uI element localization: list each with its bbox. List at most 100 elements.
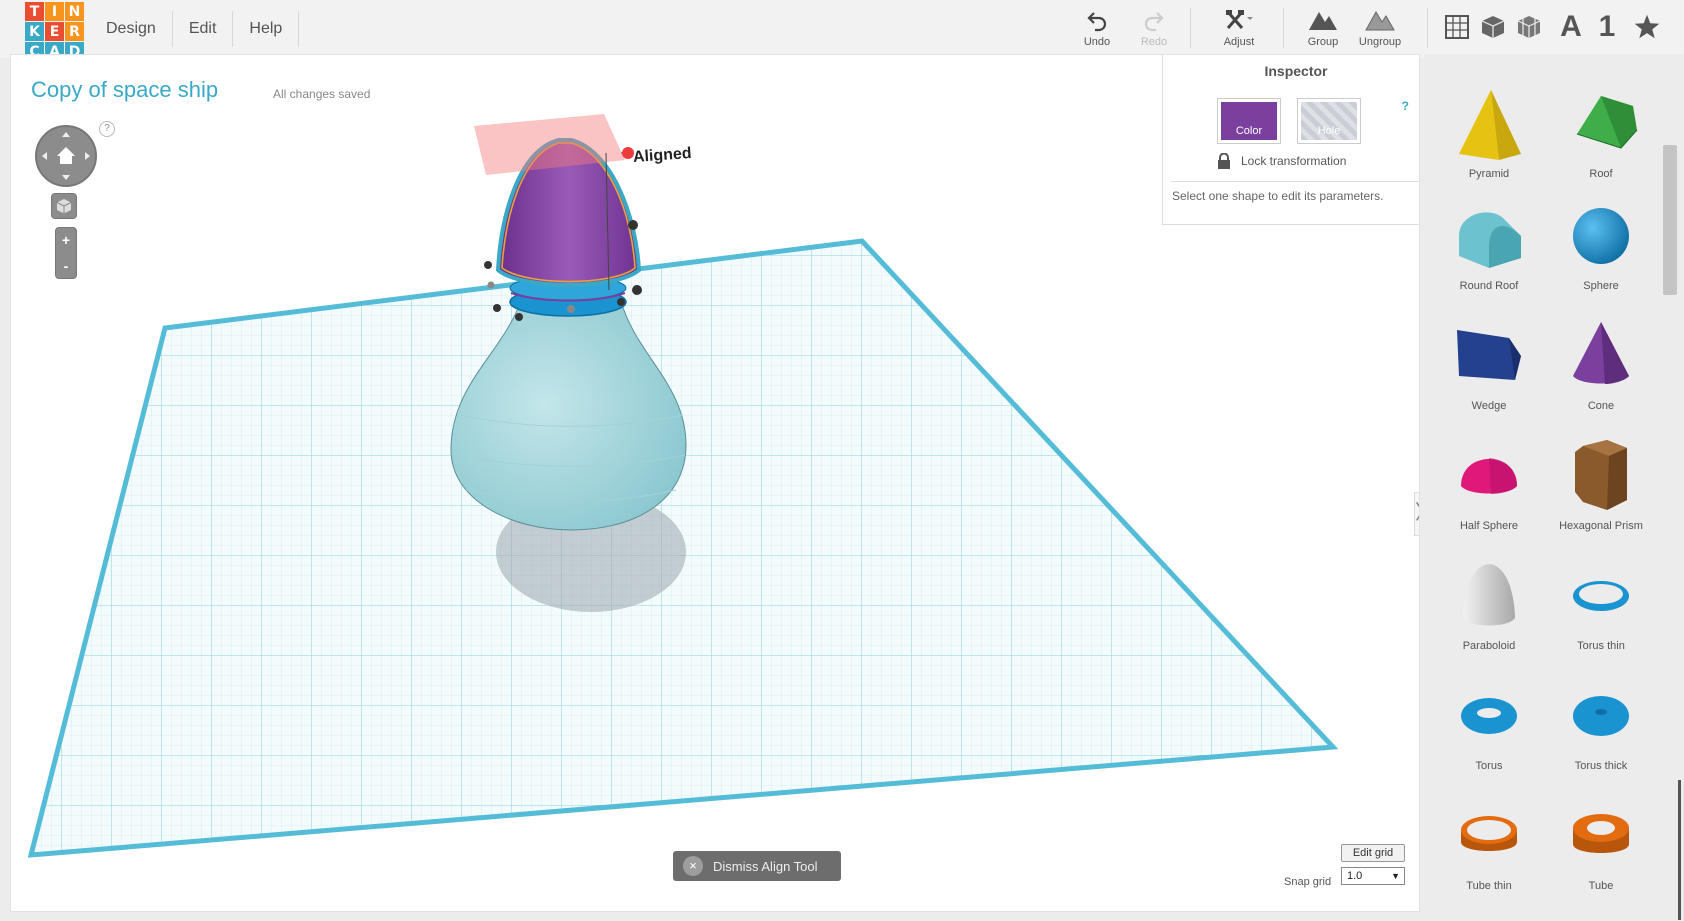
toolbar-divider — [1190, 8, 1191, 48]
toolbar-divider — [1283, 8, 1284, 48]
menu-edit[interactable]: Edit — [173, 11, 234, 47]
shape-paraboloid[interactable]: Paraboloid — [1434, 556, 1544, 668]
logo-letter: K — [25, 22, 44, 41]
shape-name: Half Sphere — [1459, 520, 1519, 532]
shape-name: Round Roof — [1459, 280, 1519, 292]
shape-name: Wedge — [1471, 400, 1507, 412]
inspector-divider — [1171, 181, 1419, 182]
adjust-button[interactable]: Adjust — [1209, 8, 1269, 48]
lock-icon — [1218, 153, 1230, 169]
shape-tube[interactable]: Tube — [1546, 796, 1656, 908]
wireframe-box-icon[interactable] — [1512, 10, 1546, 44]
shape-hexagonal-prism[interactable]: Hexagonal Prism — [1546, 436, 1656, 548]
zoom-out-button[interactable]: - — [56, 254, 76, 280]
ungroup-button[interactable]: Ungroup — [1350, 8, 1410, 48]
main-menu: Design Edit Help — [90, 0, 300, 58]
snap-grid-select[interactable]: 1.0 — [1341, 867, 1405, 885]
roof-icon — [1576, 96, 1638, 149]
color-swatch-label: Color — [1221, 102, 1277, 140]
shapes-scrollbar[interactable] — [1663, 145, 1677, 295]
torus-icon — [1461, 698, 1517, 734]
box-icon[interactable] — [1476, 10, 1510, 44]
snap-grid-label: Snap grid — [1284, 876, 1332, 888]
half-sphere-icon — [1461, 458, 1517, 494]
logo-letter: R — [65, 22, 84, 41]
shapes-panel: Pyramid Roof Round Roof Sphere Wedge Con… — [1424, 54, 1684, 921]
text-shape-icon[interactable]: A — [1554, 10, 1588, 44]
adjust-icon — [1226, 10, 1253, 29]
workplane-canvas[interactable]: Copy of space ship All changes saved ? +… — [10, 54, 1420, 912]
orbit-control[interactable] — [35, 125, 97, 187]
tinkercad-logo[interactable]: T I N K E R C A D — [25, 2, 85, 62]
paraboloid-icon — [1463, 564, 1515, 626]
save-status: All changes saved — [273, 87, 371, 101]
shape-pyramid[interactable]: Pyramid — [1434, 84, 1544, 196]
number-shape-icon[interactable]: 1 — [1590, 10, 1624, 44]
grid-view-icon[interactable] — [1440, 10, 1474, 44]
inspector-title: Inspector — [1264, 63, 1328, 79]
group-label: Group — [1307, 36, 1339, 48]
zoom-in-button[interactable]: + — [56, 228, 76, 254]
pyramid-icon — [1459, 90, 1521, 160]
cone-icon — [1573, 322, 1629, 384]
menu-design[interactable]: Design — [90, 11, 173, 47]
star-shape-icon[interactable] — [1630, 10, 1664, 44]
home-icon[interactable] — [37, 127, 95, 185]
shape-round-roof[interactable]: Round Roof — [1434, 196, 1544, 308]
shape-torus-thick[interactable]: Torus thick — [1546, 676, 1656, 788]
shape-torus[interactable]: Torus — [1434, 676, 1544, 788]
shape-name: Sphere — [1583, 280, 1619, 292]
close-icon: × — [683, 856, 703, 876]
dismiss-label: Dismiss Align Tool — [713, 858, 818, 874]
panel-collapse-chevron-icon[interactable]: 〉 — [1414, 492, 1419, 536]
torus-thin-icon — [1573, 581, 1629, 611]
group-icon — [1309, 12, 1337, 30]
shape-name: Torus — [1475, 760, 1503, 772]
top-bar: T I N K E R C A D Design Edit Help Undo … — [0, 0, 1684, 61]
shape-sphere[interactable]: Sphere — [1546, 196, 1656, 308]
edit-grid-button[interactable]: Edit grid — [1341, 844, 1405, 862]
dismiss-align-tool-button[interactable]: × Dismiss Align Tool — [673, 851, 841, 881]
shape-name: Cone — [1587, 400, 1615, 412]
toolbar-divider — [1427, 8, 1428, 48]
hole-swatch-button[interactable]: Hole — [1297, 98, 1361, 144]
inspector-help-icon[interactable]: ? — [1402, 99, 1409, 113]
lock-transformation-toggle[interactable]: Lock transformation — [1217, 153, 1346, 169]
undo-label: Undo — [1083, 36, 1111, 48]
redo-button[interactable]: Redo — [1124, 8, 1184, 48]
logo-letter: E — [45, 22, 64, 41]
shape-name: Paraboloid — [1462, 640, 1516, 652]
tube-thin-icon — [1461, 816, 1517, 851]
hexagonal-prism-icon — [1575, 440, 1627, 510]
shape-wedge[interactable]: Wedge — [1434, 316, 1544, 428]
shape-name: Tube — [1588, 880, 1614, 892]
undo-icon — [1087, 12, 1107, 32]
view-cube-icon[interactable] — [51, 193, 77, 219]
shape-name: Roof — [1589, 168, 1613, 180]
lock-label: Lock transformation — [1241, 154, 1347, 168]
shape-roof[interactable]: Roof — [1546, 84, 1656, 196]
shape-half-sphere[interactable]: Half Sphere — [1434, 436, 1544, 548]
group-button[interactable]: Group — [1293, 8, 1353, 48]
inspector-panel: Inspector ? Color Hole Lock transformati… — [1162, 55, 1419, 225]
menu-help[interactable]: Help — [233, 11, 300, 47]
scroll-track — [1678, 780, 1681, 920]
hole-swatch-label: Hole — [1301, 102, 1357, 140]
zoom-control: + - — [55, 227, 77, 279]
nav-help-icon[interactable]: ? — [99, 121, 115, 137]
torus-thick-icon — [1573, 696, 1629, 736]
round-roof-icon — [1459, 212, 1521, 268]
sphere-icon — [1573, 208, 1629, 264]
undo-button[interactable]: Undo — [1067, 8, 1127, 48]
shape-name: Hexagonal Prism — [1559, 520, 1643, 532]
ungroup-label: Ungroup — [1358, 36, 1402, 48]
logo-letter: N — [65, 2, 84, 21]
inspector-message: Select one shape to edit its parameters. — [1172, 189, 1384, 203]
wedge-icon — [1457, 330, 1521, 380]
shape-cone[interactable]: Cone — [1546, 316, 1656, 428]
shape-tube-thin[interactable]: Tube thin — [1434, 796, 1544, 908]
shape-torus-thin[interactable]: Torus thin — [1546, 556, 1656, 668]
color-swatch-button[interactable]: Color — [1217, 98, 1281, 144]
document-title[interactable]: Copy of space ship — [31, 77, 218, 103]
shape-name: Pyramid — [1468, 168, 1510, 180]
